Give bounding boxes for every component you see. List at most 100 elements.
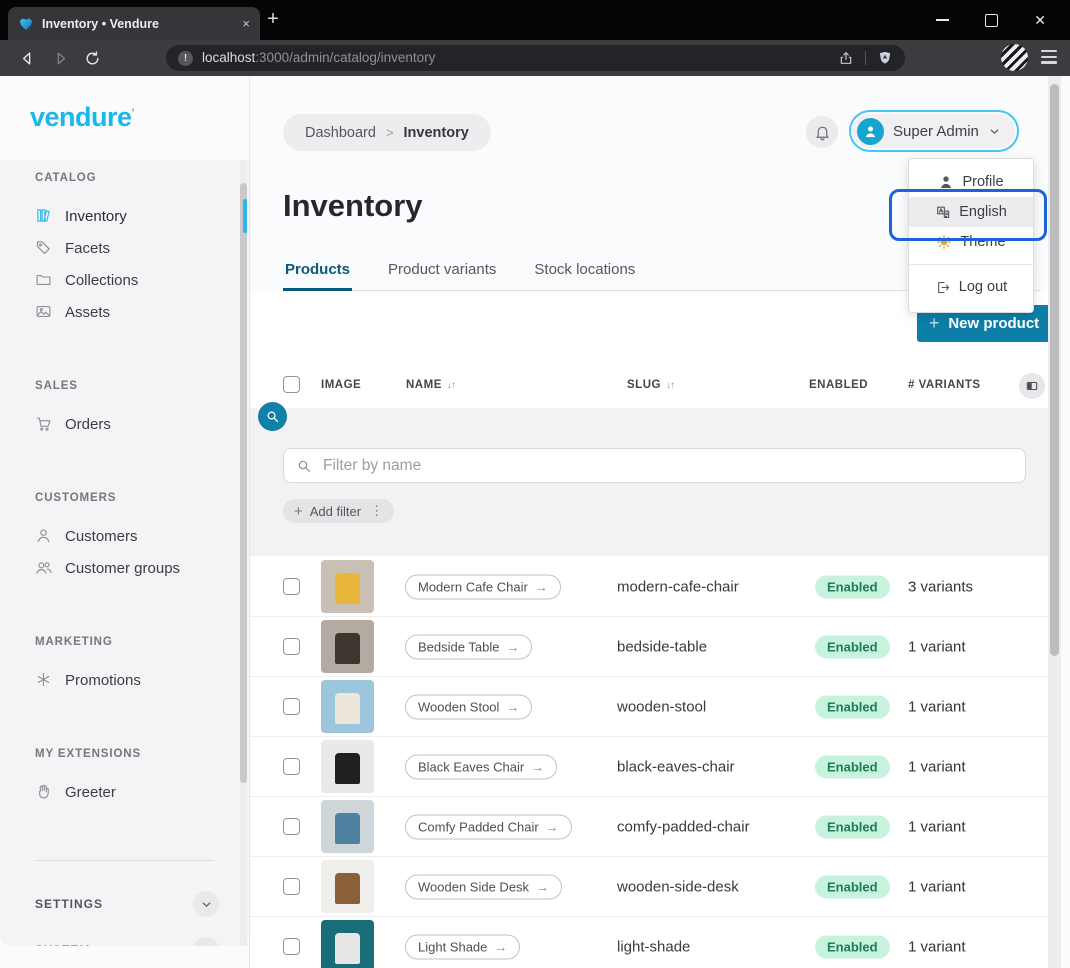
reload-button[interactable] [77,40,107,76]
row-checkbox[interactable] [283,818,300,835]
sidebar-item-label: Customers [65,528,138,545]
browser-profile-avatar[interactable] [1001,44,1028,71]
sidebar-group-system[interactable]: SYSTEM [0,927,249,946]
kebab-icon[interactable]: ⋮ [370,503,383,519]
notifications-button[interactable] [806,116,838,148]
sidebar-item-promotions[interactable]: Promotions [0,664,249,696]
product-thumbnail[interactable] [321,560,374,613]
product-thumbnail[interactable] [321,620,374,673]
maximize-button[interactable] [985,14,998,27]
product-slug: modern-cafe-chair [617,578,739,595]
table-row-wooden-side-desk: Wooden Side Desk → wooden-side-desk Enab… [250,857,1052,917]
col-header-name[interactable]: NAME↓↑ [406,379,455,391]
sidebar-item-label: Facets [65,240,110,257]
sidebar-group-settings[interactable]: SETTINGS [0,881,249,927]
product-thumbnail[interactable] [321,920,374,968]
breadcrumb-dashboard[interactable]: Dashboard [305,125,376,141]
language-icon [935,204,951,220]
chevron-down-icon[interactable] [193,891,219,917]
product-name: Wooden Side Desk [418,879,529,894]
sidebar-item-facets[interactable]: Facets [0,232,249,264]
menu-item-english[interactable]: English [909,197,1033,227]
forward-button[interactable] [45,40,75,76]
menu-divider [909,264,1033,265]
chevron-down-icon[interactable] [193,937,219,946]
browser-tab-strip: Inventory • Vendure × + ✕ [0,0,1070,40]
menu-item-log-out[interactable]: Log out [909,272,1033,302]
product-thumbnail[interactable] [321,680,374,733]
breadcrumb-inventory[interactable]: Inventory [404,125,469,141]
product-thumbnail[interactable] [321,740,374,793]
sidebar-group-label: SYSTEM [35,943,90,946]
tab-stock-locations[interactable]: Stock locations [532,252,637,291]
menu-item-theme[interactable]: Theme [909,227,1033,257]
main-scrollbar-thumb[interactable] [1050,84,1059,656]
user-menu-button[interactable]: Super Admin [853,114,1015,148]
sidebar-item-customer-groups[interactable]: Customer groups [0,552,249,584]
row-checkbox[interactable] [283,698,300,715]
arrow-right-icon: → [506,699,519,714]
arrow-right-icon: → [536,879,549,894]
tab-title: Inventory • Vendure [42,17,234,31]
col-header-slug[interactable]: SLUG↓↑ [627,379,674,391]
row-checkbox[interactable] [283,878,300,895]
share-icon[interactable] [838,50,854,66]
menu-item-profile[interactable]: Profile [909,167,1033,197]
sidebar-item-label: Promotions [65,672,141,689]
active-nav-indicator [243,199,247,233]
sidebar-item-inventory[interactable]: Inventory [0,200,249,232]
product-name-chip[interactable]: Comfy Padded Chair → [405,814,572,839]
vendure-logo[interactable]: vendure’ [30,102,134,133]
site-info-icon[interactable]: ! [178,51,193,66]
address-bar[interactable]: ! localhost:3000/admin/catalog/inventory [166,45,905,71]
product-name-chip[interactable]: Black Eaves Chair → [405,754,557,779]
column-settings-button[interactable] [1019,373,1045,399]
product-name-chip[interactable]: Wooden Side Desk → [405,874,562,899]
profile-icon [938,174,954,190]
sidebar-item-orders[interactable]: Orders [0,408,249,440]
add-filter-button[interactable]: + Add filter ⋮ [283,499,394,523]
url-host: localhost [202,50,255,65]
tab-products[interactable]: Products [283,252,352,291]
sidebar-scrollbar-thumb[interactable] [240,183,247,783]
nav-section-sales: SALES Orders [0,380,249,440]
window-close-button[interactable]: ✕ [1034,13,1046,27]
sidebar-item-greeter[interactable]: Greeter [0,776,249,808]
search-icon [296,458,312,474]
product-name-chip[interactable]: Modern Cafe Chair → [405,574,561,599]
row-checkbox[interactable] [283,758,300,775]
nav-section-my-extensions: MY EXTENSIONS Greeter [0,748,249,808]
menu-item-label: English [959,204,1007,220]
nav-section-label: CATALOG [35,172,249,188]
tag-icon [35,239,53,257]
filter-input[interactable] [321,456,1013,476]
select-all-checkbox[interactable] [283,376,300,393]
main-scrollbar-track[interactable] [1048,76,1061,968]
variant-count: 1 variant [908,938,966,955]
sidebar-item-assets[interactable]: Assets [0,296,249,328]
back-button[interactable] [12,40,42,76]
sidebar-item-customers[interactable]: Customers [0,520,249,552]
main-content: Dashboard > Inventory Super Admin Profil… [250,76,1070,968]
product-name-chip[interactable]: Light Shade → [405,934,520,959]
status-badge: Enabled [815,935,890,958]
row-checkbox[interactable] [283,638,300,655]
status-badge: Enabled [815,695,890,718]
sidebar-item-collections[interactable]: Collections [0,264,249,296]
product-name-chip[interactable]: Bedside Table → [405,634,532,659]
product-thumbnail[interactable] [321,800,374,853]
row-checkbox[interactable] [283,938,300,955]
product-thumbnail[interactable] [321,860,374,913]
page-title: Inventory [283,188,423,224]
row-checkbox[interactable] [283,578,300,595]
search-fab-button[interactable] [258,402,287,431]
tab-product-variants[interactable]: Product variants [386,252,498,291]
new-tab-button[interactable]: + [258,4,288,34]
browser-tab[interactable]: Inventory • Vendure × [8,7,260,40]
brave-shield-icon[interactable] [877,50,893,66]
product-name-chip[interactable]: Wooden Stool → [405,694,532,719]
tab-close-icon[interactable]: × [242,16,250,31]
minimize-button[interactable] [936,19,949,21]
divider [865,51,866,65]
browser-menu-icon[interactable] [1041,50,1057,64]
